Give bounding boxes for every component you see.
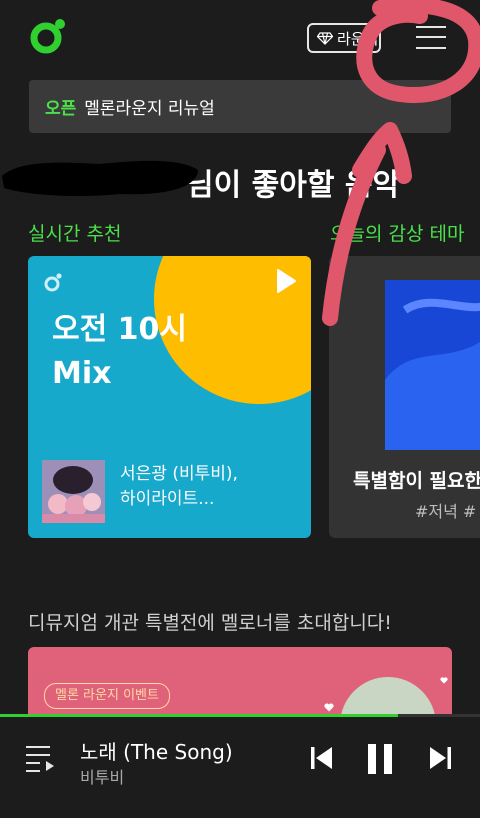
next-track-icon[interactable] [428,744,452,772]
artist-line2: 하이라이트... [120,489,215,509]
mix-title-line2: Mix [52,356,112,391]
playlist-icon[interactable] [26,744,56,772]
album-thumbnail [42,460,105,523]
top-bar [0,0,480,78]
redaction-scribble [2,160,198,196]
mix-card-title: 오전 10시 Mix [52,308,187,396]
event-banner[interactable]: 멜론 라운지 이벤트 [28,647,452,719]
melon-logo[interactable] [28,16,68,56]
today-theme-label[interactable]: 오늘의 감상 테마 [330,219,464,246]
now-playing-artist[interactable]: 비투비 [80,764,124,788]
pause-icon[interactable] [366,744,394,774]
notice-text: 멜론라운지 리뉴얼 [84,99,215,119]
theme-card-hashtags: #저녁 # [415,502,477,521]
artist-line1: 서은광 (비투비), [120,464,238,484]
notice-tag: 오픈 [45,99,77,119]
previous-track-icon[interactable] [310,744,334,772]
heart-icon [440,677,448,684]
notice-banner[interactable]: 오픈 멜론라운지 리뉴얼 [29,80,451,133]
theme-card-title: 특별함이 필요한 [353,470,480,492]
lounge-label: 라운지 [337,29,379,48]
hamburger-menu-icon[interactable] [416,24,446,50]
theme-card-image [385,280,480,450]
melon-mini-logo-icon [44,273,62,292]
mix-card[interactable]: 오전 10시 Mix 서은광 (비투비), 하이라이트... [28,256,311,538]
play-icon[interactable] [274,268,298,294]
event-title: 디뮤지엄 개관 특별전에 멜로너를 초대합니다! [28,612,392,634]
section-title: 님이 좋아할 음악 [186,168,401,203]
heart-icon [324,703,334,712]
mini-player [0,717,480,818]
diamond-icon [317,31,333,45]
realtime-recommend-label[interactable]: 실시간 추천 [28,219,121,246]
mix-title-line1: 오전 10시 [52,312,187,347]
now-playing-title[interactable]: 노래 (The Song) [80,736,233,765]
lounge-button[interactable]: 라운지 [307,23,381,53]
mix-card-artists: 서은광 (비투비), 하이라이트... [120,462,238,512]
event-photo [340,677,436,719]
theme-card[interactable]: 특별함이 필요한 #저녁 # [329,256,480,538]
event-badge: 멜론 라운지 이벤트 [44,683,170,709]
